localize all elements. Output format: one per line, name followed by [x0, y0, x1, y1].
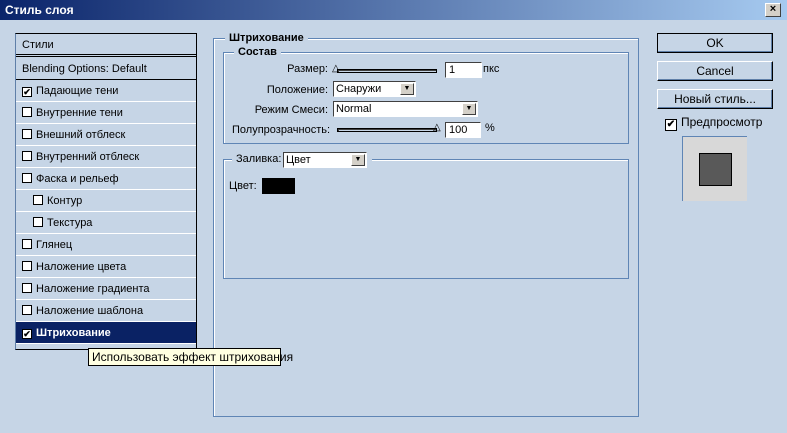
color-swatch[interactable] — [262, 178, 295, 194]
opacity-slider[interactable] — [337, 128, 437, 132]
opacity-unit: % — [485, 122, 495, 134]
checkbox-icon[interactable] — [22, 151, 32, 161]
styles-list: Стили Blending Options: Default ✔ Падающи… — [15, 33, 197, 350]
style-item-label: Наложение градиента — [36, 283, 150, 295]
style-item[interactable]: Фаска и рельеф — [16, 168, 196, 190]
checkbox-checked-icon[interactable]: ✔ — [22, 87, 32, 97]
structure-title: Состав — [234, 46, 281, 58]
color-label: Цвет: — [229, 180, 257, 192]
preview-shape — [699, 153, 732, 186]
chevron-down-icon: ▼ — [351, 154, 365, 166]
position-select[interactable]: Снаружи ▼ — [333, 81, 416, 97]
blend-mode-select[interactable]: Normal ▼ — [333, 101, 478, 117]
size-slider[interactable] — [337, 69, 437, 73]
checkbox-icon[interactable] — [22, 129, 32, 139]
style-item[interactable]: Внешний отблеск — [16, 124, 196, 146]
position-value: Снаружи — [336, 83, 382, 95]
style-item-label: Внешний отблеск — [36, 129, 126, 141]
new-style-button[interactable]: Новый стиль... — [657, 89, 773, 109]
fill-group — [223, 159, 629, 279]
opacity-slider-thumb[interactable]: △ — [433, 123, 441, 133]
style-item[interactable]: Внутренний отблеск — [16, 146, 196, 168]
size-input[interactable]: 1 — [445, 62, 482, 78]
fill-type-select[interactable]: Цвет ▼ — [283, 152, 367, 168]
fill-type-value: Цвет — [286, 154, 311, 166]
checkbox-icon[interactable] — [33, 217, 43, 227]
checkbox-icon[interactable] — [22, 261, 32, 271]
style-item-label: Падающие тени — [36, 85, 119, 97]
style-item-label: Фаска и рельеф — [36, 173, 119, 185]
fill-label: Заливка: — [236, 153, 282, 165]
style-item[interactable]: Наложение цвета — [16, 256, 196, 278]
size-unit: пкс — [483, 63, 500, 75]
style-item[interactable]: Глянец — [16, 234, 196, 256]
style-item[interactable]: Контур — [16, 190, 196, 212]
checkbox-icon[interactable] — [22, 283, 32, 293]
style-item[interactable]: Наложение шаблона — [16, 300, 196, 322]
size-label: Размер: — [287, 63, 328, 75]
checkbox-icon[interactable] — [22, 239, 32, 249]
style-item-label: Внутренний отблеск — [36, 151, 140, 163]
cancel-button[interactable]: Cancel — [657, 61, 773, 81]
opacity-input[interactable]: 100 — [445, 122, 481, 138]
ok-button[interactable]: OK — [657, 33, 773, 53]
opacity-label: Полупрозрачность: — [232, 124, 331, 136]
chevron-down-icon: ▼ — [400, 83, 414, 95]
blending-options-item[interactable]: Blending Options: Default — [16, 58, 196, 80]
preview-label: Предпросмотр — [681, 115, 763, 129]
blend-mode-value: Normal — [336, 103, 372, 115]
chevron-down-icon: ▼ — [462, 103, 476, 115]
preview-checkbox[interactable]: ✔ Предпросмотр — [665, 115, 762, 131]
checkbox-icon[interactable] — [22, 173, 32, 183]
style-item-label: Глянец — [36, 239, 73, 251]
style-item[interactable]: Текстура — [16, 212, 196, 234]
style-item[interactable]: ✔ Штрихование — [16, 322, 196, 344]
style-item-label: Штрихование — [36, 327, 111, 339]
preview-thumbnail — [682, 136, 747, 201]
style-item-label: Текстура — [47, 217, 93, 229]
style-item-label: Наложение цвета — [36, 261, 127, 273]
checkbox-checked-icon: ✔ — [665, 119, 677, 131]
styles-header[interactable]: Стили — [16, 34, 196, 57]
style-item[interactable]: Наложение градиента — [16, 278, 196, 300]
blend-mode-label: Режим Смеси: — [254, 104, 328, 116]
style-item[interactable]: ✔ Падающие тени — [16, 80, 196, 102]
checkbox-checked-icon[interactable]: ✔ — [22, 329, 32, 339]
style-item-label: Контур — [47, 195, 83, 207]
style-item-label: Внутренние тени — [36, 107, 123, 119]
title-bar: Стиль слоя — [0, 0, 787, 20]
position-label: Положение: — [266, 84, 328, 96]
stroke-title: Штрихование — [225, 32, 308, 44]
style-item-label: Наложение шаблона — [36, 305, 144, 317]
fill-legend: Заливка: Цвет ▼ — [232, 152, 372, 168]
style-item[interactable]: Внутренние тени — [16, 102, 196, 124]
checkbox-icon[interactable] — [22, 107, 32, 117]
tooltip: Использовать эффект штрихования — [88, 348, 293, 366]
checkbox-icon[interactable] — [22, 305, 32, 315]
window-title: Стиль слоя — [5, 3, 74, 17]
checkbox-icon[interactable] — [33, 195, 43, 205]
close-button[interactable]: × — [765, 3, 781, 17]
